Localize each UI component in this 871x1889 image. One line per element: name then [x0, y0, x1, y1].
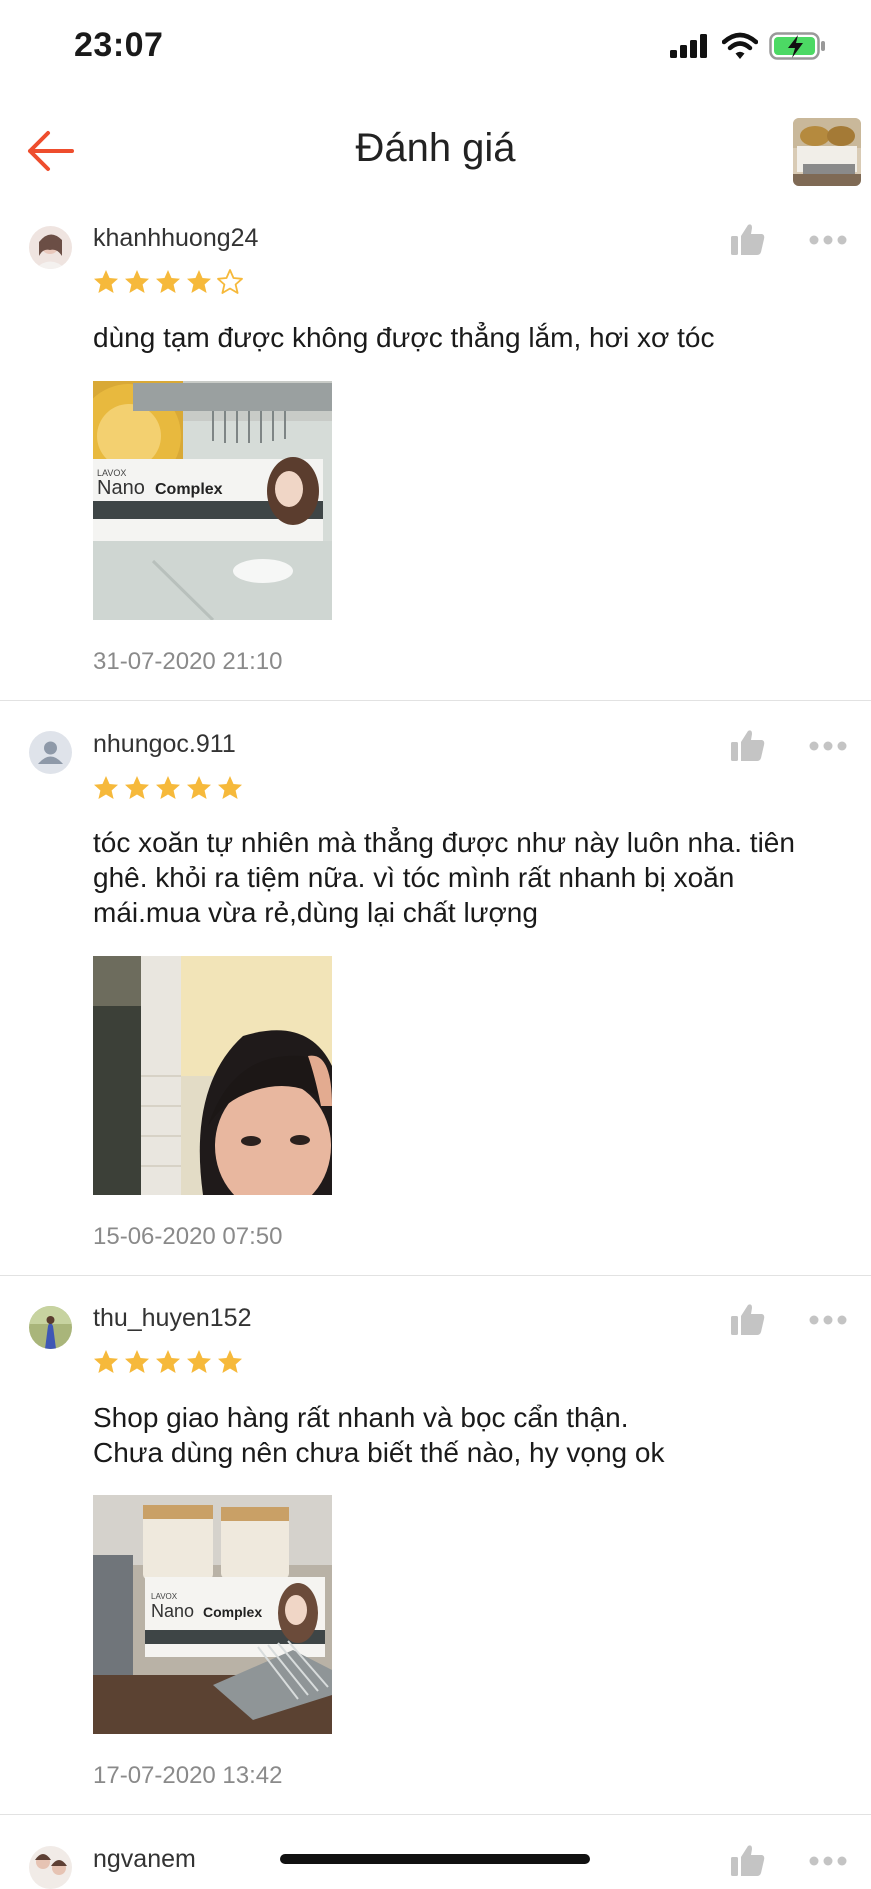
- avatar[interactable]: [29, 226, 72, 269]
- page-title: Đánh giá: [355, 126, 516, 170]
- review-date: 15-06-2020 07:50: [93, 1223, 283, 1250]
- wifi-icon: [722, 32, 758, 59]
- divider: [0, 1814, 871, 1815]
- star-filled-icon: [156, 1350, 180, 1373]
- star-filled-icon: [94, 776, 118, 799]
- header-bar: Đánh giá: [0, 96, 871, 206]
- review-username: ngvanem: [93, 1845, 196, 1873]
- star-filled-icon: [187, 1350, 211, 1373]
- star-filled-icon: [156, 776, 180, 799]
- review-photo[interactable]: [93, 956, 332, 1195]
- review-date: 31-07-2020 21:10: [93, 648, 283, 675]
- review-photo[interactable]: LAVOX Nano Complex: [93, 381, 332, 620]
- battery-charging-icon: [769, 32, 825, 60]
- more-options-icon[interactable]: [808, 234, 848, 246]
- thumbs-up-icon[interactable]: [730, 728, 766, 762]
- star-filled-icon: [94, 1350, 118, 1373]
- thumbs-up-icon[interactable]: [730, 222, 766, 256]
- star-filled-icon: [94, 270, 118, 293]
- photo-line1-text: Nano: [151, 1601, 194, 1621]
- product-thumbnail[interactable]: [793, 118, 861, 186]
- photo-brand-text: LAVOX: [151, 1592, 178, 1601]
- review-photo[interactable]: LAVOX Nano Complex: [93, 1495, 332, 1734]
- photo-line1-text: Nano: [97, 477, 145, 499]
- rating-stars: [92, 268, 244, 298]
- star-filled-icon: [125, 776, 149, 799]
- photo-line2-text: Complex: [203, 1604, 262, 1620]
- star-filled-icon: [218, 1350, 242, 1373]
- thumbs-up-icon[interactable]: [730, 1302, 766, 1336]
- star-filled-icon: [218, 776, 242, 799]
- review-username: thu_huyen152: [93, 1304, 252, 1332]
- star-filled-icon: [187, 776, 211, 799]
- more-options-icon[interactable]: [808, 1314, 848, 1326]
- status-time: 23:07: [74, 26, 164, 64]
- status-bar: 23:07: [0, 0, 871, 96]
- rating-stars: [92, 1348, 244, 1378]
- star-empty-icon: [217, 269, 243, 294]
- review-date: 17-07-2020 13:42: [93, 1762, 283, 1789]
- rating-stars: [92, 774, 244, 804]
- divider: [0, 700, 871, 701]
- review-comment: Shop giao hàng rất nhanh và bọc cẩn thận…: [93, 1402, 665, 1468]
- avatar[interactable]: [29, 731, 72, 774]
- more-options-icon[interactable]: [808, 1855, 848, 1867]
- review-username: khanhhuong24: [93, 224, 259, 252]
- avatar[interactable]: [29, 1846, 72, 1889]
- star-filled-icon: [156, 270, 180, 293]
- more-options-icon[interactable]: [808, 740, 848, 752]
- product-thumbnail-image: [793, 118, 861, 186]
- star-filled-icon: [125, 1350, 149, 1373]
- review-comment: dùng tạm được không được thẳng lắm, hơi …: [93, 322, 715, 353]
- divider: [0, 1275, 871, 1276]
- star-filled-icon: [187, 270, 211, 293]
- photo-line2-text: Complex: [155, 481, 223, 498]
- home-indicator[interactable]: [280, 1854, 590, 1864]
- star-filled-icon: [125, 270, 149, 293]
- review-username: nhungoc.911: [93, 730, 236, 758]
- review-comment: tóc xoăn tự nhiên mà thẳng được như này …: [93, 827, 795, 928]
- cellular-signal-icon: [670, 34, 707, 58]
- thumbs-up-icon[interactable]: [730, 1843, 766, 1877]
- avatar[interactable]: [29, 1306, 72, 1349]
